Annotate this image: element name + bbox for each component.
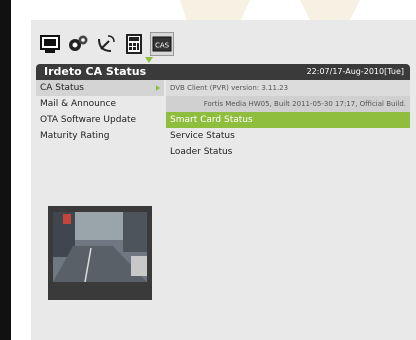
- window-titlebar: Irdeto CA Status 22:07/17-Aug-2010[Tue]: [36, 64, 410, 80]
- top-icon-bar: CAS: [38, 30, 174, 58]
- settings-gears-icon[interactable]: [66, 32, 90, 56]
- video-preview: [53, 212, 147, 282]
- smart-card-status-item[interactable]: Smart Card Status: [166, 112, 410, 128]
- page-title: Irdeto CA Status: [44, 65, 147, 78]
- menu-item-ota-update[interactable]: OTA Software Update: [36, 112, 164, 128]
- calculator-icon[interactable]: [122, 32, 146, 56]
- left-edge-bar: [0, 0, 11, 340]
- tv-icon[interactable]: [38, 32, 62, 56]
- cas-icon[interactable]: CAS: [150, 32, 174, 56]
- selection-pointer: [145, 57, 153, 63]
- side-menu: CA Status Mail & Announce OTA Software U…: [36, 80, 164, 144]
- menu-item-mail-announce[interactable]: Mail & Announce: [36, 96, 164, 112]
- cas-icon-label: CAS: [155, 42, 170, 50]
- arrow-right-icon: [156, 85, 160, 91]
- client-version-text: DVB Client (PVR) version: 3.11.23: [166, 80, 410, 96]
- menu-item-label: Maturity Rating: [40, 131, 110, 141]
- satellite-dish-icon[interactable]: [94, 32, 118, 56]
- list-item-label: Smart Card Status: [170, 115, 253, 125]
- menu-item-label: Mail & Announce: [40, 99, 116, 109]
- loader-status-item[interactable]: Loader Status: [166, 144, 410, 160]
- build-info-text: Fortis Media HW05, Built 2011-05-30 17:1…: [166, 96, 410, 112]
- menu-item-ca-status[interactable]: CA Status: [36, 80, 164, 96]
- datetime: 22:07/17-Aug-2010[Tue]: [306, 67, 404, 76]
- menu-item-maturity-rating[interactable]: Maturity Rating: [36, 128, 164, 144]
- list-item-label: Loader Status: [170, 147, 233, 157]
- service-status-item[interactable]: Service Status: [166, 128, 410, 144]
- menu-item-label: OTA Software Update: [40, 115, 137, 125]
- list-item-label: Service Status: [170, 131, 235, 141]
- menu-item-label: CA Status: [40, 83, 84, 93]
- content-pane: DVB Client (PVR) version: 3.11.23 Fortis…: [166, 80, 410, 160]
